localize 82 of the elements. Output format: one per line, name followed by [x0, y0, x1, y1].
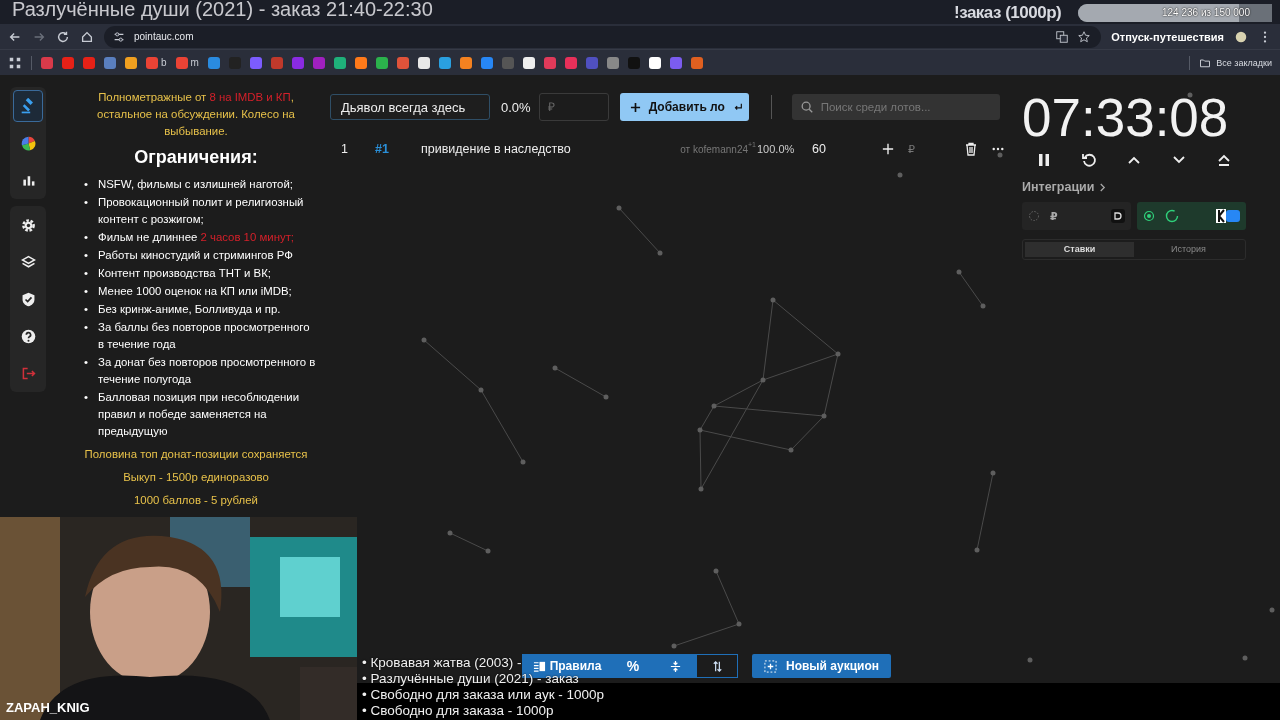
- search-field[interactable]: Поиск среди лотов...: [791, 94, 1000, 120]
- sort-button[interactable]: [696, 654, 738, 678]
- enter-icon: [732, 102, 743, 112]
- lot-share: 100.0%: [757, 143, 796, 155]
- bookmark-icon[interactable]: [417, 56, 430, 69]
- lot-index: 1: [341, 142, 349, 156]
- rule-item: • Работы киностудий и стримингов РФ: [84, 248, 294, 263]
- plus-icon: [629, 101, 641, 113]
- amount-field[interactable]: ₽: [538, 93, 609, 121]
- rules-heading: Ограничения:: [133, 146, 259, 169]
- lot-id: #1: [375, 142, 390, 156]
- add-square-icon: [764, 659, 777, 673]
- home-icon[interactable]: [80, 29, 94, 44]
- currency-label: ₽: [1050, 209, 1058, 223]
- rule-item: • Без кринж-аниме, Болливуда и пр.: [84, 302, 282, 317]
- star-icon[interactable]: [1077, 29, 1092, 44]
- integration-card[interactable]: [1137, 202, 1246, 230]
- layers-icon: [19, 253, 37, 271]
- rules-intro: Полнометражные от 8 на IMDB и КП, остальное на обсуждении. Колесо на выбывание.: [96, 90, 296, 139]
- timer: 07:33:08: [1022, 88, 1230, 148]
- status-off-icon: [1028, 210, 1040, 222]
- logo: [1111, 209, 1125, 223]
- search-icon: [799, 100, 814, 114]
- history-tab[interactable]: История: [1134, 242, 1243, 257]
- rules-note: Половина топ донат-позиции сохраняется: [83, 447, 309, 462]
- streamer-name: ZAPAH_KNIG: [6, 700, 90, 715]
- bookmark-icon[interactable]: [125, 56, 137, 69]
- site-settings-icon[interactable]: [112, 29, 126, 44]
- rule-item: • За баллы без повторов просмотренного в течение года: [84, 320, 311, 352]
- rule-item: • Менее 1000 оценок на КП или iMDB;: [84, 284, 293, 299]
- status-on-icon: [1143, 210, 1155, 222]
- lot-name: привидение в наследство: [421, 142, 571, 156]
- logo: [1216, 209, 1240, 223]
- queue-item: • Свободно для заказа - 1000р: [362, 703, 554, 719]
- rule-item: • Фильм не длиннее 2 часов 10 минут;: [84, 230, 295, 245]
- rule-item: • Контент производства ТНТ и ВК;: [84, 266, 272, 281]
- chevron-right-icon: [1099, 182, 1107, 192]
- rule-item: • За донат без повторов просмотренного в течение полугода: [84, 355, 316, 387]
- compress-icon: [668, 659, 682, 673]
- new-auction-button[interactable]: Новый аукцион: [752, 654, 892, 678]
- rule-item: • NSFW, фильмы с излишней наготой;: [84, 177, 294, 192]
- apps-icon[interactable]: [8, 55, 22, 70]
- bookmark[interactable]: b: [146, 56, 167, 69]
- restart-icon[interactable]: [1081, 152, 1097, 168]
- lot-amount: 60: [812, 142, 827, 156]
- profile-icon[interactable]: [1234, 29, 1248, 44]
- integration-card[interactable]: ₽: [1022, 202, 1131, 230]
- bookmark-icon[interactable]: [522, 56, 535, 69]
- add-lot-button[interactable]: Добавить ло: [619, 93, 749, 121]
- more-icon[interactable]: [992, 147, 1004, 151]
- bookmark-icon[interactable]: [648, 56, 661, 69]
- currency-button[interactable]: ₽: [908, 142, 915, 156]
- rules-note: Выкуп - 1500р единоразово: [122, 470, 270, 485]
- queue-item: • Свободно для заказа или аук - 1000р: [362, 687, 605, 703]
- rule-item: • Провокационный полит и религиозный контент с розжигом;: [84, 195, 305, 227]
- stream-title: Разлучённые души (2021) - заказ 21:40-22:30: [12, 0, 433, 21]
- percent-label: 0.0%: [501, 99, 531, 115]
- list-icon: [532, 659, 546, 673]
- pie-icon: [19, 134, 37, 152]
- folder-icon: [1199, 56, 1212, 69]
- queue-item: • Кровавая жатва (2003) -: [362, 655, 522, 671]
- bookmark[interactable]: m: [175, 56, 199, 69]
- eject-icon[interactable]: [1216, 152, 1232, 168]
- ring-icon: [1165, 209, 1179, 223]
- translate-icon[interactable]: [1055, 29, 1070, 44]
- rule-item: • Балловая позиция при несоблюдении правил и победе заменяется на предыдущую: [84, 390, 301, 439]
- reload-icon[interactable]: [56, 29, 70, 44]
- all-bookmarks[interactable]: Все закладки: [1199, 56, 1272, 69]
- rules-note: 1000 баллов - 5 рублей: [133, 493, 259, 508]
- history-tab[interactable]: Ставки: [1025, 242, 1134, 257]
- address-bar[interactable]: pointauc.com: [104, 25, 1102, 48]
- lot-name-field[interactable]: Дьявол всегда здесь: [330, 94, 490, 120]
- integrations-link[interactable]: Интеграции: [1022, 180, 1107, 194]
- settings-icon: [19, 216, 37, 234]
- lot-author: от kofemann24: [680, 143, 748, 155]
- goal-reading: 124 236 из 150 000: [1161, 7, 1250, 18]
- pause-icon[interactable]: [1036, 152, 1052, 168]
- order-label: !заказ (1000р): [954, 3, 1062, 23]
- add-icon[interactable]: [882, 143, 894, 155]
- help-icon: [19, 327, 37, 345]
- goal-name: Отпуск-путешествия: [1111, 30, 1224, 43]
- trash-icon[interactable]: [964, 142, 978, 156]
